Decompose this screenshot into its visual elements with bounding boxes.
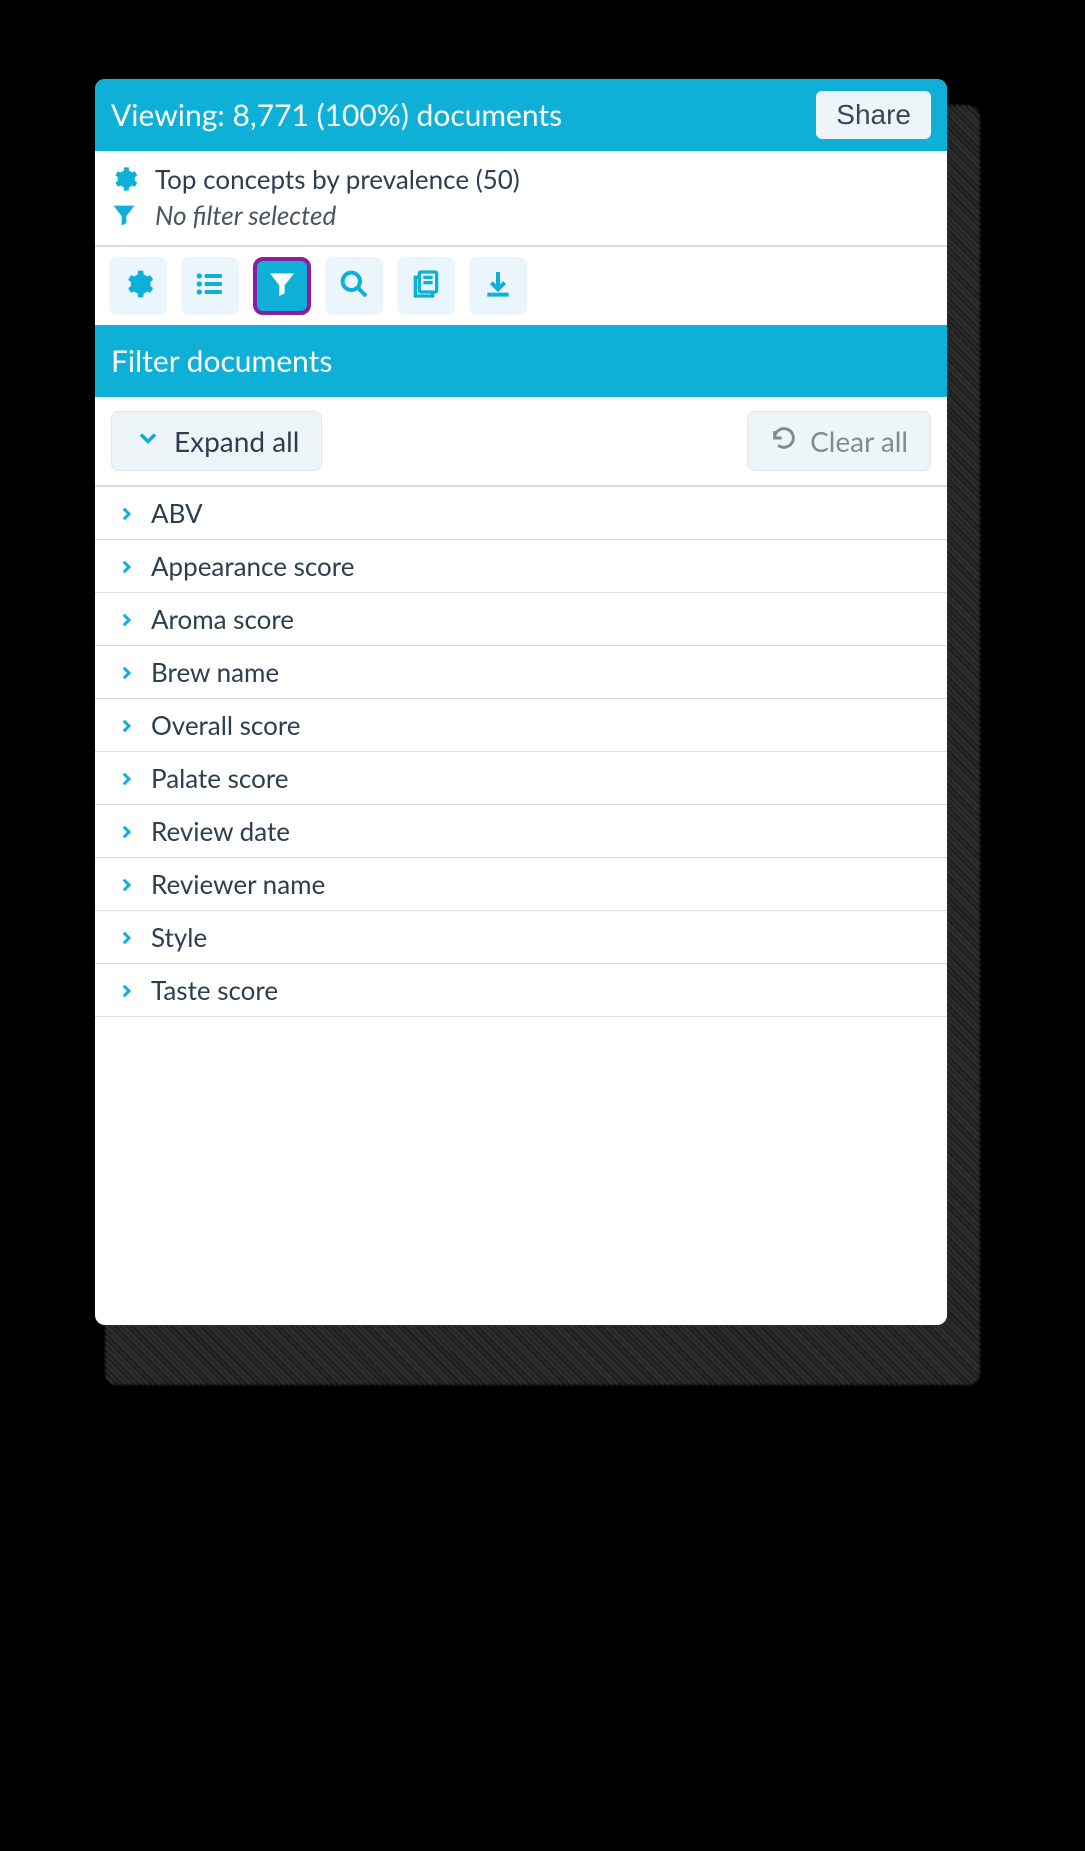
chevron-right-icon [117,656,135,688]
filter-controls: Expand all Clear all [95,397,947,487]
filter-label: Palate score [151,762,289,794]
filter-label: Review date [151,815,290,847]
undo-icon [770,424,798,458]
clear-all-button[interactable]: Clear all [747,411,931,471]
filter-button[interactable] [253,257,311,315]
filter-label: Appearance score [151,550,354,582]
gear-icon [122,268,154,304]
expand-all-button[interactable]: Expand all [111,411,322,471]
filter-item-overall-score[interactable]: Overall score [95,699,947,752]
filter-label: Brew name [151,656,279,688]
filter-item-palate-score[interactable]: Palate score [95,752,947,805]
filter-item-review-date[interactable]: Review date [95,805,947,858]
chevron-right-icon [117,603,135,635]
concept-summary: Top concepts by prevalence (50) No filte… [95,151,947,247]
section-title: Filter documents [95,325,947,397]
clear-all-label: Clear all [810,424,908,458]
filter-label: Reviewer name [151,868,325,900]
filter-label: Style [151,921,207,953]
filter-item-taste-score[interactable]: Taste score [95,964,947,1017]
share-button[interactable]: Share [816,91,931,139]
filter-label: Taste score [151,974,278,1006]
chevron-right-icon [117,762,135,794]
list-button[interactable] [181,257,239,315]
documents-icon [410,268,442,304]
concept-line: Top concepts by prevalence (50) [155,163,520,195]
filter-label: Aroma score [151,603,294,635]
documents-button[interactable] [397,257,455,315]
filter-list: ABV Appearance score Aroma score Brew na… [95,487,947,1017]
download-button[interactable] [469,257,527,315]
chevron-right-icon [117,497,135,529]
chevron-down-icon [134,424,162,458]
filter-icon [109,201,139,229]
search-icon [338,268,370,304]
filter-label: Overall score [151,709,301,741]
chevron-right-icon [117,550,135,582]
search-button[interactable] [325,257,383,315]
panel-header: Viewing: 8,771 (100%) documents Share [95,79,947,151]
filter-panel: Viewing: 8,771 (100%) documents Share To… [95,79,947,1325]
filter-item-reviewer-name[interactable]: Reviewer name [95,858,947,911]
filter-item-brew-name[interactable]: Brew name [95,646,947,699]
filter-status-line: No filter selected [155,199,336,231]
chevron-right-icon [117,709,135,741]
chevron-right-icon [117,974,135,1006]
viewing-summary: Viewing: 8,771 (100%) documents [111,97,562,133]
settings-button[interactable] [109,257,167,315]
filter-icon [266,268,298,304]
filter-item-style[interactable]: Style [95,911,947,964]
list-icon [194,268,226,304]
filter-label: ABV [151,497,203,529]
filter-item-appearance-score[interactable]: Appearance score [95,540,947,593]
expand-all-label: Expand all [174,424,299,458]
chevron-right-icon [117,921,135,953]
download-icon [482,268,514,304]
filter-item-aroma-score[interactable]: Aroma score [95,593,947,646]
chevron-right-icon [117,868,135,900]
gear-icon [109,165,139,193]
chevron-right-icon [117,815,135,847]
filter-item-abv[interactable]: ABV [95,487,947,540]
toolbar [95,247,947,325]
